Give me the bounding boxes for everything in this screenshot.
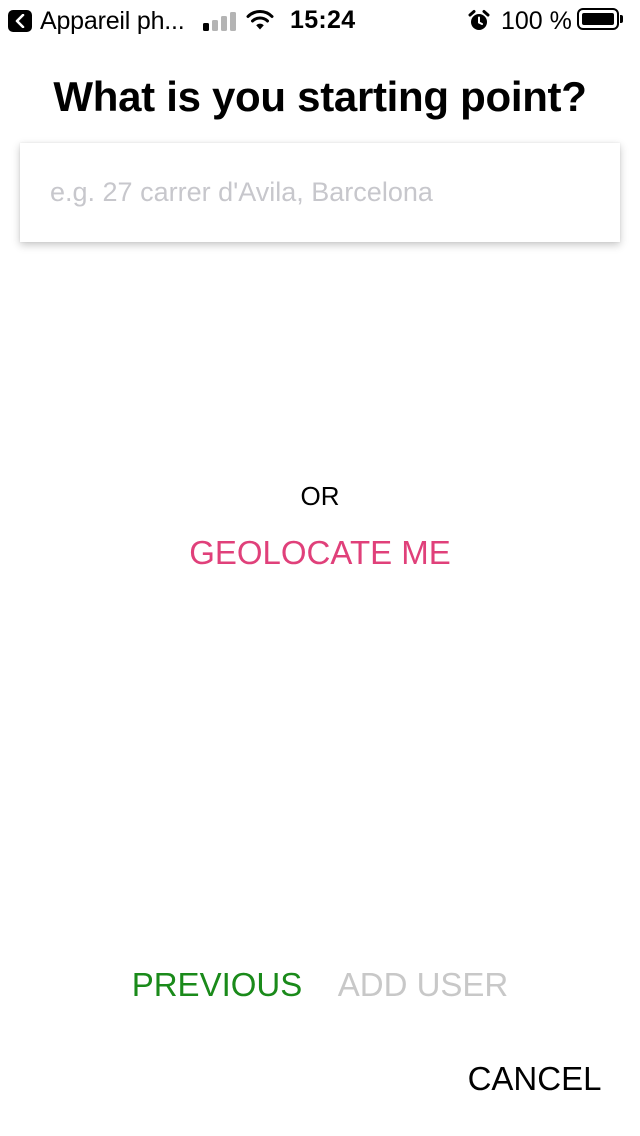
page-title: What is you starting point? (53, 73, 587, 120)
signal-bar (212, 20, 218, 31)
battery-fill (582, 13, 614, 25)
cancel-button[interactable]: CANCEL (452, 1054, 617, 1104)
back-app-label[interactable]: Appareil ph... (40, 7, 185, 35)
or-separator-label: OR (300, 481, 340, 511)
previous-button[interactable]: PREVIOUS (120, 960, 314, 1010)
signal-bar (221, 16, 227, 31)
signal-bar (203, 23, 209, 31)
starting-point-input[interactable] (20, 143, 620, 242)
alarm-clock-icon (467, 9, 491, 33)
signal-bar (230, 12, 236, 31)
status-bar: Appareil ph... 15:24 100 % (0, 0, 640, 40)
chevron-left-icon[interactable] (8, 10, 32, 32)
geolocate-me-button[interactable]: GEOLOCATE ME (170, 528, 470, 578)
wifi-icon (246, 9, 274, 31)
status-time: 15:24 (290, 6, 356, 34)
battery-shell (577, 8, 619, 30)
screen: Appareil ph... 15:24 100 % What is you s… (0, 0, 640, 1136)
add-user-button[interactable]: ADD USER (326, 960, 520, 1010)
battery-icon (577, 8, 623, 32)
signal-strength-icon (203, 11, 239, 31)
battery-tip (620, 15, 623, 23)
battery-percent: 100 % (501, 7, 572, 35)
